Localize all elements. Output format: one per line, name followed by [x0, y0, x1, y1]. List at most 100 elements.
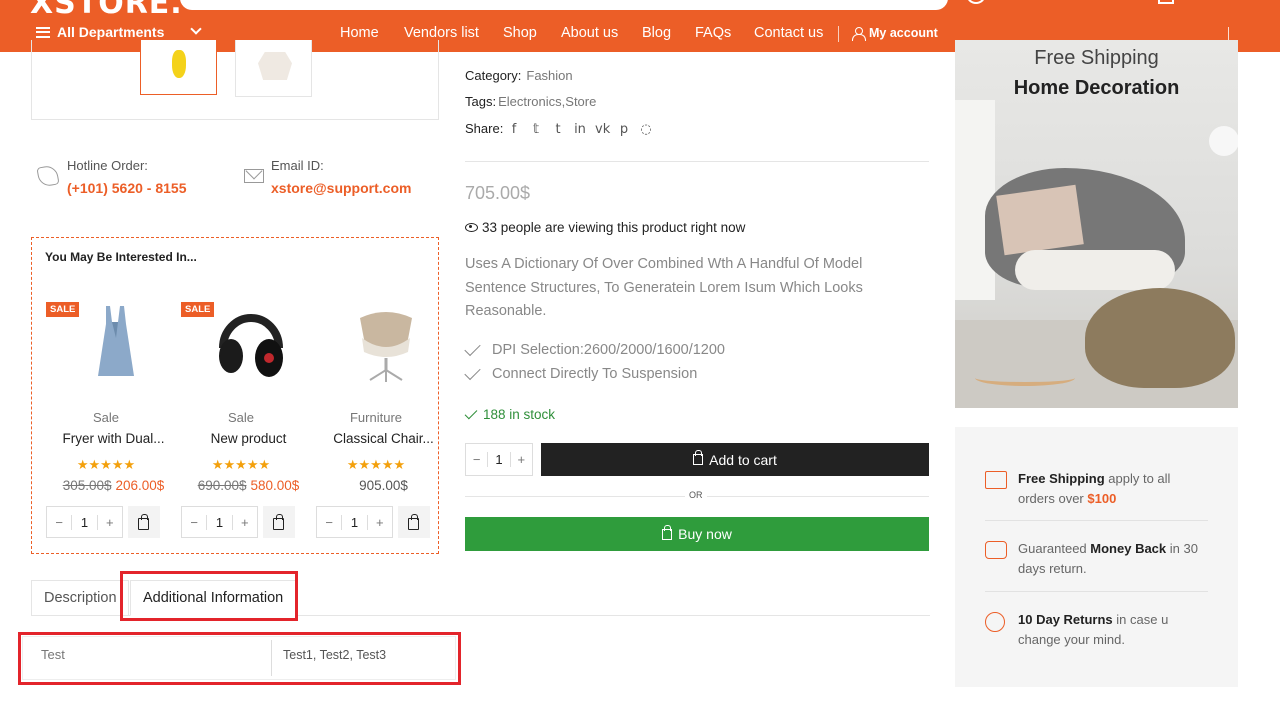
pinterest-icon[interactable]: p [617, 122, 631, 137]
perk-bold: Free Shipping [1018, 471, 1105, 486]
nav-divider [838, 26, 839, 42]
gallery-thumb-1[interactable] [140, 40, 217, 95]
product-category[interactable]: Sale [181, 410, 301, 425]
decrease-qty-button[interactable]: − [182, 514, 208, 530]
rating-stars: ★★★★★ [346, 457, 406, 472]
nav-blog[interactable]: Blog [642, 25, 671, 41]
perk-text: 10 Day Returns in case u change your min… [1018, 610, 1198, 649]
product-name[interactable]: Fryer with Dual... [46, 431, 181, 446]
quantity-stepper[interactable]: − 1 + [465, 443, 533, 476]
add-to-cart-button[interactable]: Add to cart [541, 443, 929, 476]
whatsapp-icon[interactable]: ◌ [639, 122, 653, 137]
chevron-down-icon[interactable] [190, 23, 202, 35]
quantity-stepper[interactable]: − 1 + [46, 506, 123, 538]
vk-icon[interactable]: vk [595, 122, 610, 137]
linkedin-icon[interactable]: in [573, 122, 587, 137]
decrease-qty-button[interactable]: − [317, 514, 343, 530]
shopping-bag-icon [662, 524, 673, 540]
perk-divider [985, 520, 1208, 521]
perk-bold: Money Back [1090, 541, 1167, 556]
twitter-icon[interactable]: 𝕥 [529, 122, 543, 137]
banner-title: Home Decoration [1013, 77, 1180, 99]
product-category[interactable]: Furniture [316, 410, 436, 425]
cart-icon[interactable] [1158, 0, 1174, 4]
yellow-vase-image [172, 50, 186, 78]
pillow-decor [996, 184, 1084, 256]
quantity-stepper[interactable]: − 1 + [181, 506, 258, 538]
rating-stars: ★★★★★ [76, 457, 136, 472]
all-departments-button[interactable]: All Departments [36, 24, 164, 40]
add-to-cart-label: Add to cart [709, 451, 777, 468]
product-name[interactable]: Classical Chair... [316, 431, 451, 446]
perk-bold: 10 Day Returns [1018, 612, 1113, 627]
seat-decor [1015, 250, 1175, 290]
perk-divider [985, 591, 1208, 592]
facebook-icon[interactable]: f [507, 122, 521, 137]
increase-qty-button[interactable]: + [509, 452, 532, 467]
nav-home[interactable]: Home [340, 25, 379, 41]
hotline-number[interactable]: (+101) 5620 - 8155 [67, 180, 186, 196]
add-to-cart-button[interactable] [398, 506, 430, 538]
gallery-thumb-2[interactable] [235, 40, 312, 97]
product-short-description: Uses A Dictionary Of Over Combined Wth A… [465, 256, 863, 319]
quantity-stepper[interactable]: − 1 + [316, 506, 393, 538]
perk-text: Free Shipping apply to all orders over $… [1018, 469, 1198, 508]
category-link[interactable]: Fashion [526, 68, 572, 83]
increase-qty-button[interactable]: + [231, 514, 257, 530]
phone-icon [36, 164, 60, 188]
feature-item: Connect Directly To Suspension [464, 363, 697, 382]
product-category[interactable]: Sale [46, 410, 166, 425]
shopping-bag-icon [273, 514, 284, 530]
tags-links[interactable]: Electronics,Store [498, 94, 596, 109]
product-price: 305.00$ 206.00$ [46, 478, 181, 493]
dress-image[interactable] [66, 298, 166, 388]
check-icon [464, 406, 478, 419]
stock-status: 188 in stock [464, 406, 556, 422]
tab-description[interactable]: Description [31, 580, 129, 616]
add-to-cart-button[interactable] [263, 506, 295, 538]
nav-vendors-list[interactable]: Vendors list [404, 25, 479, 41]
increase-qty-button[interactable]: + [366, 514, 392, 530]
stock-text: 188 in stock [483, 407, 556, 422]
perk-amount: $100 [1087, 490, 1117, 506]
pouf-decor [1085, 288, 1235, 388]
chair-image[interactable] [336, 298, 436, 388]
related-products-title: You May Be Interested In... [45, 250, 197, 264]
rocker-decor [975, 370, 1075, 386]
decrease-qty-button[interactable]: − [466, 452, 489, 467]
nav-contact-us[interactable]: Contact us [754, 25, 823, 41]
product-name[interactable]: New product [181, 431, 316, 446]
feature-item: DPI Selection:2600/2000/1600/1200 [464, 339, 725, 358]
shopping-bag-icon [408, 514, 419, 530]
product-tags-row: Tags: Electronics,Store [465, 94, 596, 109]
site-logo[interactable]: XSTORE. [30, 0, 183, 21]
decrease-qty-button[interactable]: − [47, 514, 73, 530]
add-to-cart-button[interactable] [128, 506, 160, 538]
new-price: 580.00$ [250, 478, 300, 493]
product-price: 690.00$ 580.00$ [181, 478, 316, 493]
qty-value[interactable]: 1 [342, 515, 366, 530]
eye-icon [465, 223, 478, 232]
headphones-image[interactable] [201, 298, 301, 388]
truck-icon [985, 471, 1007, 489]
tumblr-icon[interactable]: t [551, 122, 565, 137]
my-account-link[interactable]: My account [852, 26, 938, 41]
nav-about-us[interactable]: About us [561, 25, 618, 41]
nav-shop[interactable]: Shop [503, 25, 537, 41]
increase-qty-button[interactable]: + [96, 514, 122, 530]
promo-banner[interactable]: Free Shipping Home Decoration [955, 40, 1238, 408]
qty-value[interactable]: 1 [72, 515, 96, 530]
qty-value[interactable]: 1 [488, 452, 509, 467]
product-price: 905.00$ [316, 478, 451, 493]
nav-faqs[interactable]: FAQs [695, 25, 731, 41]
buy-now-button[interactable]: Buy now [465, 517, 929, 551]
feature-text: DPI Selection:2600/2000/1600/1200 [492, 342, 725, 358]
shopping-bag-icon [138, 514, 149, 530]
search-bar[interactable] [180, 0, 948, 10]
email-address[interactable]: xstore@support.com [271, 180, 411, 196]
header-divider [1228, 27, 1229, 41]
qty-value[interactable]: 1 [207, 515, 231, 530]
lamp-decor [1209, 126, 1238, 156]
related-products-box: You May Be Interested In... SALE Sale Fr… [31, 237, 439, 554]
compare-icon[interactable] [966, 0, 986, 4]
